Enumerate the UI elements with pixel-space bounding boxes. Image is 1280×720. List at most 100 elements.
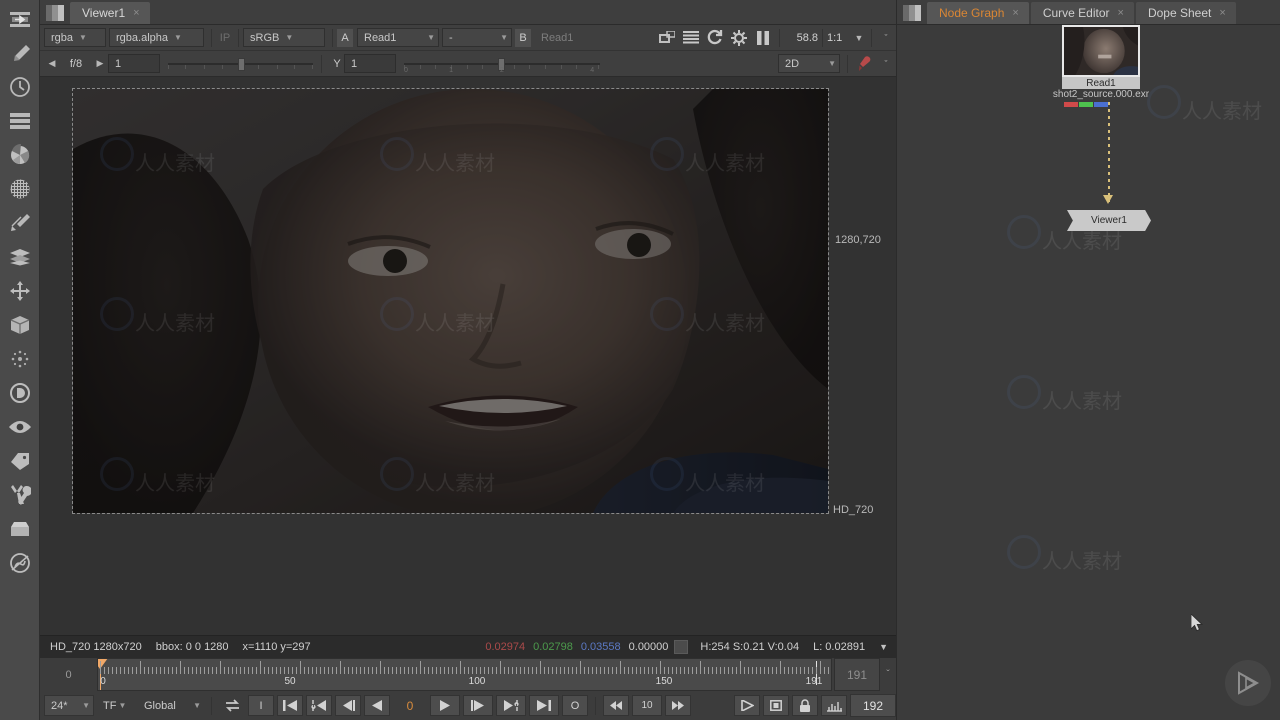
lock-range-button[interactable]: [792, 695, 818, 717]
gain-prev-icon[interactable]: ◀: [44, 54, 60, 74]
zoom-ratio[interactable]: 1:1: [827, 32, 851, 44]
fps-selector[interactable]: 24* ▼: [44, 695, 94, 717]
close-icon[interactable]: ×: [1118, 7, 1124, 19]
tab-curve-editor[interactable]: Curve Editor ×: [1030, 2, 1134, 24]
status-format: HD_720 1280x720: [50, 640, 142, 653]
keyer-icon[interactable]: [0, 206, 40, 240]
channel-selector[interactable]: rgba ▼: [44, 28, 106, 47]
close-icon[interactable]: ×: [1012, 7, 1018, 19]
record-button[interactable]: [763, 695, 789, 717]
close-icon[interactable]: ×: [1219, 7, 1225, 19]
current-frame[interactable]: 0: [393, 699, 427, 713]
plugins-icon[interactable]: [0, 546, 40, 580]
divider: [238, 28, 239, 47]
tab-dope-sheet-label: Dope Sheet: [1147, 6, 1212, 20]
viewer-controls-row-2: ◀ f/8 ▶ 1 Y 1 0 1 2 4 2D ▼ ˇ: [40, 51, 896, 77]
prev-keyframe-button[interactable]: [306, 695, 332, 717]
sync-selector[interactable]: Global ▼: [138, 695, 204, 716]
timeline-end-frame[interactable]: 192: [850, 694, 896, 718]
refresh-icon[interactable]: [703, 27, 727, 49]
viewer-mode-selector[interactable]: 2D ▼: [778, 54, 840, 73]
step-back-button[interactable]: [603, 695, 629, 717]
chevron-down-icon[interactable]: ▼: [879, 642, 888, 652]
input-b-value: Read1: [541, 31, 574, 44]
last-frame-button[interactable]: [529, 695, 559, 717]
other-icon[interactable]: [0, 478, 40, 512]
play-backwards-button[interactable]: [364, 695, 390, 717]
tab-viewer1[interactable]: Viewer1 ×: [70, 2, 150, 24]
filter-icon[interactable]: [0, 172, 40, 206]
particles-icon[interactable]: [0, 342, 40, 376]
gamma-input[interactable]: 1: [344, 54, 396, 73]
views-icon[interactable]: [0, 410, 40, 444]
viewer-canvas[interactable]: 1280,720 HD_720 人人素材 人人素材 人人素材 人人素材 人人素材…: [40, 77, 896, 635]
node-graph-menu-icon[interactable]: [0, 2, 40, 36]
next-frame-button[interactable]: [463, 695, 493, 717]
channel-alpha-selector[interactable]: rgba.alpha ▼: [109, 28, 204, 47]
divider: [321, 54, 322, 73]
tab-dope-sheet[interactable]: Dope Sheet ×: [1135, 2, 1236, 24]
channel-alpha-value: rgba.alpha: [116, 31, 168, 44]
image-icon[interactable]: [0, 104, 40, 138]
node-graph-canvas[interactable]: 人人素材 人人素材 人人素材 人人素材 Read1 shot2_source.0…: [897, 25, 1280, 720]
input-a-selector[interactable]: Read1 ▼: [357, 28, 439, 47]
step-forward-button[interactable]: [665, 695, 691, 717]
zoom-level[interactable]: 58.8: [784, 32, 818, 44]
gain-input[interactable]: 1: [108, 54, 160, 73]
out-point-button[interactable]: O: [562, 695, 588, 717]
input-b-selector[interactable]: Read1: [535, 28, 607, 47]
transform-icon[interactable]: [0, 274, 40, 308]
expand-chevron-icon[interactable]: ˇ: [876, 28, 896, 48]
draw-icon[interactable]: [0, 36, 40, 70]
viewer-node[interactable]: Viewer1: [1067, 210, 1151, 231]
metadata-icon[interactable]: [0, 444, 40, 478]
in-point-button[interactable]: I: [248, 695, 274, 717]
tab-node-graph[interactable]: Node Graph ×: [927, 2, 1029, 24]
pause-icon[interactable]: [751, 27, 775, 49]
frame-increment[interactable]: 10: [632, 695, 662, 717]
eyedropper-icon[interactable]: [852, 53, 876, 75]
fps-mode-selector[interactable]: TF ▼: [97, 695, 135, 716]
gain-next-icon[interactable]: ▶: [92, 54, 108, 74]
timeline-range-end[interactable]: 191: [834, 658, 880, 692]
node-connection: [1108, 102, 1110, 202]
expand-chevron-icon[interactable]: ˇ: [876, 54, 896, 74]
divider: [822, 28, 823, 47]
expand-chevron-icon[interactable]: ˇ: [880, 658, 896, 691]
status-blue: 0.03558: [580, 640, 621, 653]
input-mix-selector[interactable]: - ▼: [442, 28, 512, 47]
play-forward-button[interactable]: [430, 695, 460, 717]
gate-icon[interactable]: [727, 27, 751, 49]
gamma-slider[interactable]: 0124: [404, 54, 600, 74]
chevron-down-icon[interactable]: ▼: [851, 28, 867, 48]
pane-menu-icon[interactable]: [46, 5, 64, 21]
play-watermark-icon: [1225, 660, 1271, 706]
connection-arrow-icon: [1103, 195, 1113, 204]
viewer-mode-value: 2D: [785, 57, 800, 70]
next-keyframe-button[interactable]: [496, 695, 526, 717]
time-icon[interactable]: [0, 70, 40, 104]
lines-icon[interactable]: [679, 27, 703, 49]
color-icon[interactable]: [0, 138, 40, 172]
keyframes-button[interactable]: [821, 695, 847, 717]
timeline-ruler[interactable]: 0: [97, 658, 832, 692]
close-icon[interactable]: ×: [133, 7, 139, 19]
first-frame-button[interactable]: [277, 695, 303, 717]
read-node-filename: shot2_source.000.exr: [1052, 89, 1150, 100]
loop-button[interactable]: [219, 698, 245, 713]
roi-icon[interactable]: [655, 27, 679, 49]
playback-mode-button[interactable]: [734, 695, 760, 717]
colorspace-selector[interactable]: sRGB ▼: [243, 28, 325, 47]
tab-viewer1-label: Viewer1: [82, 6, 126, 20]
merge-icon[interactable]: [0, 240, 40, 274]
ip-toggle[interactable]: IP: [216, 32, 234, 44]
colorspace-value: sRGB: [250, 31, 280, 44]
pane-menu-icon[interactable]: [903, 5, 921, 21]
prev-frame-button[interactable]: [335, 695, 361, 717]
3d-icon[interactable]: [0, 308, 40, 342]
deep-icon[interactable]: [0, 376, 40, 410]
gain-slider[interactable]: [168, 54, 313, 74]
toolsets-icon[interactable]: [0, 512, 40, 546]
chevron-down-icon: ▼: [427, 33, 435, 42]
read-node[interactable]: Read1 shot2_source.000.exr: [1053, 25, 1149, 107]
